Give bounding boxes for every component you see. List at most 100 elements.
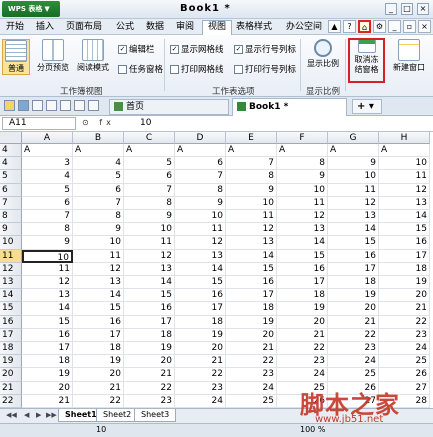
cell-f6[interactable]: 10 (277, 183, 328, 197)
cell-g19[interactable]: 24 (328, 355, 379, 369)
cell-d11[interactable]: 13 (175, 249, 226, 263)
cell-h9[interactable]: 15 (379, 223, 430, 237)
menu-formula[interactable]: 公式 (116, 21, 134, 34)
dropdown-icon[interactable] (88, 100, 99, 111)
cell-c18[interactable]: 19 (124, 342, 175, 356)
sheet-tab-sheet2[interactable]: Sheet2 (96, 409, 139, 422)
cell-e19[interactable]: 22 (226, 355, 277, 369)
cell-h18[interactable]: 24 (379, 342, 430, 356)
cell-g12[interactable]: 17 (328, 262, 379, 276)
menu-table-style[interactable]: 表格样式 (236, 21, 272, 34)
cell-c15[interactable]: 16 (124, 302, 175, 316)
preview-icon[interactable] (46, 100, 57, 111)
row-header-21[interactable]: 21 (0, 381, 22, 395)
column-header-g[interactable]: G (328, 132, 379, 144)
cell-h19[interactable]: 25 (379, 355, 430, 369)
cell-e15[interactable]: 18 (226, 302, 277, 316)
checkbox-show-gridlines[interactable]: ✓ 显示网格线 (170, 43, 224, 55)
home-icon[interactable]: ⌂ (358, 20, 371, 33)
cell-f12[interactable]: 16 (277, 262, 328, 276)
cell-c20[interactable]: 21 (124, 368, 175, 382)
cell-c10[interactable]: 11 (124, 236, 175, 250)
cell-g11[interactable]: 16 (328, 249, 379, 263)
settings-icon[interactable]: ⚙ (373, 20, 386, 33)
cell-e18[interactable]: 21 (226, 342, 277, 356)
menu-start[interactable]: 开始 (6, 21, 24, 34)
column-header-h[interactable]: H (379, 132, 430, 144)
cell-b20[interactable]: 20 (73, 368, 124, 382)
row-header-20[interactable]: 20 (0, 368, 22, 382)
close-icon[interactable]: × (418, 20, 431, 33)
cell-b12[interactable]: 12 (73, 262, 124, 276)
cell-g6[interactable]: 11 (328, 183, 379, 197)
column-header-e[interactable]: E (226, 132, 277, 144)
cell-g20[interactable]: 25 (328, 368, 379, 382)
cell-d8[interactable]: 10 (175, 210, 226, 224)
cell-d5[interactable]: 7 (175, 170, 226, 184)
row-header-7[interactable]: 7 (0, 196, 22, 210)
cell-f10[interactable]: 14 (277, 236, 328, 250)
cell-g10[interactable]: 15 (328, 236, 379, 250)
cell-f13[interactable]: 17 (277, 276, 328, 290)
cell-h4[interactable]: 10 (379, 157, 430, 171)
cell-b4[interactable]: A (73, 144, 124, 158)
cell-d9[interactable]: 11 (175, 223, 226, 237)
page-break-preview-button[interactable]: 分页预览 (34, 39, 72, 73)
spreadsheet-grid[interactable]: A B C D E F G H 4 A A A A A A A A 4 3 4 5 6 7 8 9 10 5 4 5 6 7 8 9 10 11 6 5… (0, 132, 433, 408)
cell-g4[interactable]: 9 (328, 157, 379, 171)
cell-c9[interactable]: 10 (124, 223, 175, 237)
cell-c4[interactable]: 5 (124, 157, 175, 171)
cell-c11[interactable]: 12 (124, 249, 175, 263)
row-header-14[interactable]: 14 (0, 289, 22, 303)
first-sheet-icon[interactable]: ◀◀ (6, 411, 17, 419)
cell-d14[interactable]: 16 (175, 289, 226, 303)
cell-d4[interactable]: A (175, 144, 226, 158)
cell-d15[interactable]: 17 (175, 302, 226, 316)
cell-c13[interactable]: 14 (124, 276, 175, 290)
menu-office-space[interactable]: 办公空间 (286, 21, 322, 34)
cell-h8[interactable]: 14 (379, 210, 430, 224)
help-icon[interactable]: ? (343, 20, 356, 33)
cell-b22[interactable]: 22 (73, 394, 124, 408)
cell-a9[interactable]: 8 (22, 223, 73, 237)
cell-f4[interactable]: 8 (277, 157, 328, 171)
cell-d7[interactable]: 9 (175, 196, 226, 210)
cell-h10[interactable]: 16 (379, 236, 430, 250)
cell-g13[interactable]: 18 (328, 276, 379, 290)
tab-home[interactable]: 首页 (109, 99, 229, 115)
cell-c5[interactable]: 6 (124, 170, 175, 184)
restore-icon[interactable]: ▫ (403, 20, 416, 33)
row-header-19[interactable]: 19 (0, 355, 22, 369)
cell-b19[interactable]: 19 (73, 355, 124, 369)
cell-a13[interactable]: 12 (22, 276, 73, 290)
cell-e12[interactable]: 15 (226, 262, 277, 276)
normal-view-button[interactable]: 普通 (2, 39, 30, 75)
prev-sheet-icon[interactable]: ◀ (24, 411, 29, 419)
cell-b21[interactable]: 21 (73, 381, 124, 395)
cell-f5[interactable]: 9 (277, 170, 328, 184)
cell-c19[interactable]: 20 (124, 355, 175, 369)
cell-c22[interactable]: 23 (124, 394, 175, 408)
cell-f19[interactable]: 23 (277, 355, 328, 369)
cell-b15[interactable]: 15 (73, 302, 124, 316)
cell-b8[interactable]: 8 (73, 210, 124, 224)
zoom-level[interactable]: 100 % (300, 425, 325, 434)
cell-f8[interactable]: 12 (277, 210, 328, 224)
row-header-5[interactable]: 5 (0, 170, 22, 184)
cell-b5[interactable]: 5 (73, 170, 124, 184)
cell-a15[interactable]: 14 (22, 302, 73, 316)
cell-a14[interactable]: 13 (22, 289, 73, 303)
cell-h20[interactable]: 26 (379, 368, 430, 382)
cell-b17[interactable]: 17 (73, 328, 124, 342)
cell-g8[interactable]: 13 (328, 210, 379, 224)
checkbox-show-headers[interactable]: ✓ 显示行号列标 (234, 43, 296, 55)
row-header-4[interactable]: 4 (0, 144, 22, 158)
column-header-b[interactable]: B (73, 132, 124, 144)
column-header-a[interactable]: A (22, 132, 73, 144)
cell-h4[interactable]: A (379, 144, 430, 158)
cell-b18[interactable]: 18 (73, 342, 124, 356)
cell-a4[interactable]: A (22, 144, 73, 158)
arrow-up-icon[interactable]: ▲ (328, 20, 341, 33)
next-sheet-icon[interactable]: ▶ (36, 411, 41, 419)
cell-h5[interactable]: 11 (379, 170, 430, 184)
